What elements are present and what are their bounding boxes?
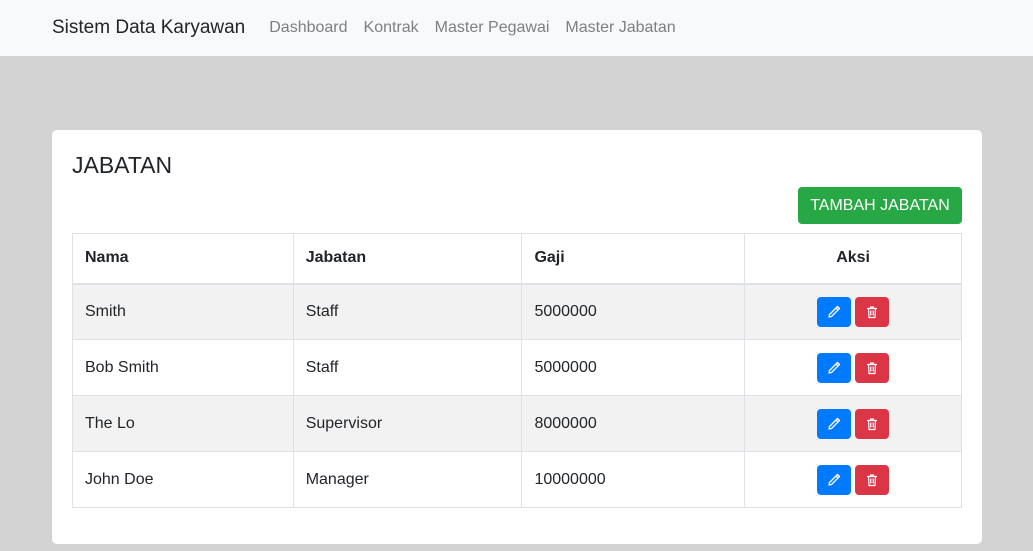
table-row: Smith Staff 5000000: [72, 283, 962, 340]
delete-button[interactable]: [855, 408, 890, 439]
cell-nama: John Doe: [72, 451, 294, 508]
trash-icon: [867, 306, 878, 318]
nav-link-master-jabatan[interactable]: Master Jabatan: [565, 19, 675, 37]
cell-jabatan: Supervisor: [292, 395, 523, 452]
header-jabatan: Jabatan: [292, 233, 523, 285]
cell-jabatan: Staff: [292, 339, 523, 396]
nav-link-kontrak[interactable]: Kontrak: [364, 19, 419, 37]
add-jabatan-button[interactable]: TAMBAH JABATAN: [798, 187, 962, 224]
cell-nama: Smith: [72, 283, 294, 340]
nav-link-master-pegawai[interactable]: Master Pegawai: [435, 19, 550, 37]
table-header-row: Nama Jabatan Gaji Aksi: [72, 233, 962, 285]
edit-button[interactable]: [817, 464, 852, 495]
nav-link-dashboard[interactable]: Dashboard: [269, 19, 347, 37]
table-row: Bob Smith Staff 5000000: [72, 339, 962, 396]
trash-icon: [867, 361, 878, 374]
cell-gaji: 5000000: [521, 283, 746, 340]
trash-icon: [867, 417, 878, 430]
cell-gaji: 5000000: [521, 339, 746, 396]
brand-title[interactable]: Sistem Data Karyawan: [52, 17, 245, 39]
delete-button[interactable]: [855, 352, 890, 383]
pencil-icon: [828, 417, 841, 430]
table-row: The Lo Supervisor 8000000: [72, 395, 962, 452]
jabatan-card: JABATAN TAMBAH JABATAN Nama Jabatan Gaji…: [52, 130, 982, 544]
row-actions: [757, 296, 949, 327]
pencil-icon: [828, 361, 841, 374]
cell-nama: The Lo: [72, 395, 294, 452]
row-actions: [757, 408, 949, 439]
edit-button[interactable]: [817, 352, 852, 383]
cell-jabatan: Manager: [292, 451, 523, 508]
cell-aksi: [744, 395, 962, 452]
cell-nama: Bob Smith: [72, 339, 294, 396]
table-row: John Doe Manager 10000000: [72, 451, 962, 508]
delete-button[interactable]: [855, 464, 890, 495]
cell-gaji: 8000000: [521, 395, 746, 452]
header-aksi: Aksi: [744, 233, 962, 285]
header-gaji: Gaji: [521, 233, 746, 285]
navbar: Sistem Data Karyawan Dashboard Kontrak M…: [0, 0, 1033, 56]
row-actions: [757, 464, 949, 495]
pencil-icon: [828, 473, 841, 486]
pencil-icon: [828, 305, 841, 318]
trash-icon: [867, 473, 878, 486]
cell-jabatan: Staff: [292, 283, 523, 340]
row-actions: [757, 352, 949, 383]
cell-aksi: [744, 283, 962, 340]
header-nama: Nama: [72, 233, 294, 285]
jabatan-table: Nama Jabatan Gaji Aksi Smith Staff 50000…: [72, 233, 962, 508]
cell-gaji: 10000000: [521, 451, 746, 508]
cell-aksi: [744, 451, 962, 508]
edit-button[interactable]: [817, 296, 852, 327]
cell-aksi: [744, 339, 962, 396]
page-title: JABATAN: [72, 152, 173, 178]
delete-button[interactable]: [855, 296, 890, 327]
edit-button[interactable]: [817, 408, 852, 439]
